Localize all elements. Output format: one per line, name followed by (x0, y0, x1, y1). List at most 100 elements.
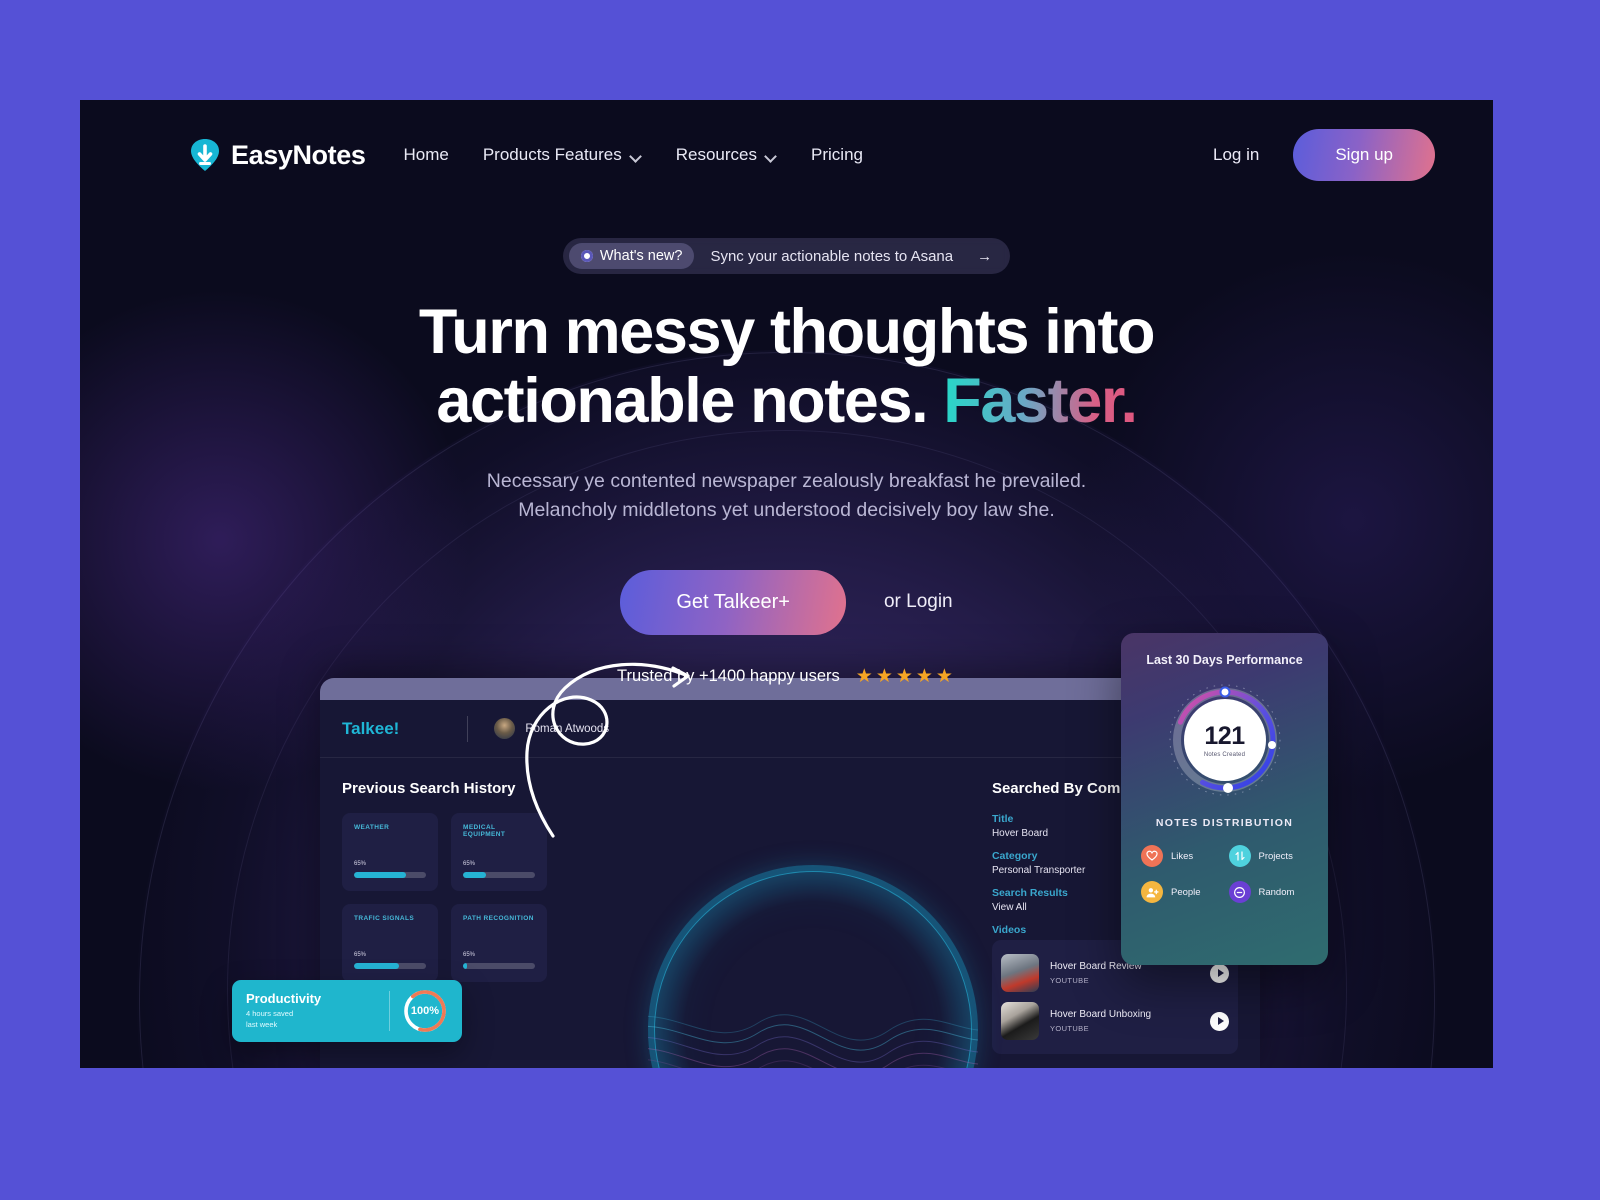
card-percent: 65% (354, 861, 367, 867)
download-pin-icon (190, 138, 220, 172)
divider (389, 991, 390, 1031)
minus-circle-icon (1228, 881, 1251, 903)
search-history-grid: WEATHER 65% MEDICAL EQUIPMENT 65% TRAFIC… (342, 813, 547, 982)
brand-logo[interactable]: EasyNotes (190, 138, 366, 172)
nav-item-label: Pricing (811, 145, 863, 164)
play-icon[interactable] (1210, 963, 1229, 983)
hero-subtitle-line1: Necessary ye contented newspaper zealous… (486, 469, 1087, 492)
section-title: Previous Search History (342, 780, 516, 797)
chevron-down-icon (631, 152, 642, 159)
nav-item-label: Products Features (482, 145, 622, 164)
progress-fill (463, 872, 487, 878)
progress-fill (463, 963, 468, 969)
top-navbar: EasyNotes Home Products Features Resourc… (80, 100, 1493, 210)
progress-fill (354, 963, 399, 969)
video-source: YOUTUBE (1049, 976, 1089, 985)
dashboard-logo: Talkee! (342, 718, 400, 738)
hero-title-highlight: Faster. (943, 366, 1138, 437)
progress-track (354, 872, 426, 878)
hero-subtitle: Necessary ye contented newspaper zealous… (80, 467, 1493, 526)
arrow-right-icon: → (977, 247, 993, 265)
productivity-text: Productivity 4 hours saved last week (246, 991, 377, 1031)
productivity-subtitle: 4 hours saved last week (246, 1009, 377, 1031)
announcement-badge[interactable]: What's new? Sync your actionable notes t… (562, 238, 1011, 274)
card-title: WEATHER (354, 824, 390, 831)
progress-track (463, 872, 535, 878)
distribution-label: Projects (1258, 850, 1293, 862)
video-title: Hover Board Unboxing (1049, 1009, 1152, 1020)
avatar (494, 718, 516, 739)
video-thumbnail (1000, 954, 1039, 992)
dashboard-topbar: Talkee! Roman Atwoods (320, 700, 1260, 758)
productivity-title: Productivity (246, 991, 322, 1007)
card-percent: 65% (463, 952, 476, 958)
distribution-item-people[interactable]: People (1141, 881, 1221, 903)
landing-page: EasyNotes Home Products Features Resourc… (80, 100, 1493, 1068)
video-thumbnail (1000, 1002, 1039, 1040)
distribution-item-likes[interactable]: Likes (1141, 845, 1221, 867)
progress-fill (354, 872, 406, 878)
login-link[interactable]: Log in (1213, 145, 1259, 165)
notes-gauge: 121 Notes Created (1166, 681, 1284, 799)
productivity-card: Productivity 4 hours saved last week 100… (232, 980, 462, 1042)
star-rating: ★★★★★ (855, 665, 956, 687)
video-meta: Hover Board Unboxing YOUTUBE (1050, 1009, 1199, 1033)
card-title: MEDICAL EQUIPMENT (463, 824, 506, 838)
page-title: Turn messy thoughts into actionable note… (80, 297, 1493, 437)
productivity-percent: 100% (410, 1005, 440, 1017)
list-item[interactable]: Hover Board Unboxing YOUTUBE (1000, 997, 1229, 1045)
nav-actions: Log in Sign up (1213, 129, 1435, 181)
video-source: YOUTUBE (1049, 1024, 1089, 1033)
distribution-label: Likes (1171, 850, 1194, 862)
announcement-text: Sync your actionable notes to Asana (710, 247, 954, 265)
nav-links: Home Products Features Resources Pricing (403, 145, 863, 165)
trust-text: Trusted by +1400 happy users (617, 666, 840, 685)
distribution-item-projects[interactable]: Projects (1228, 845, 1309, 867)
nav-item-resources[interactable]: Resources (676, 145, 777, 165)
user-name: Roman Atwoods (525, 722, 610, 735)
performance-card-title: Last 30 Days Performance (1146, 653, 1303, 667)
search-history-card[interactable]: MEDICAL EQUIPMENT 65% (451, 813, 547, 891)
nav-item-products-features[interactable]: Products Features (483, 145, 642, 165)
gauge-value: 121 (1204, 722, 1245, 750)
nav-item-label: Home (403, 145, 449, 164)
signup-button[interactable]: Sign up (1293, 129, 1435, 181)
productivity-sub-line2: last week (246, 1020, 278, 1029)
brand-name: EasyNotes (231, 139, 366, 170)
cta-row: Get Talkeer+ or Login (80, 569, 1493, 635)
distribution-label: Random (1258, 886, 1295, 898)
distribution-item-random[interactable]: Random (1228, 881, 1309, 903)
divider (467, 715, 469, 742)
heart-icon (1141, 845, 1163, 867)
transfer-arrows-icon (1228, 845, 1251, 867)
productivity-sub-line1: 4 hours saved (246, 1009, 294, 1019)
gauge-caption: Notes Created (1203, 752, 1246, 758)
progress-track (354, 963, 426, 969)
screenshot-canvas: EasyNotes Home Products Features Resourc… (0, 0, 1600, 1200)
notes-distribution-title: NOTES DISTRIBUTION (1155, 817, 1294, 829)
productivity-ring: 100% (402, 988, 448, 1034)
search-history-card[interactable]: WEATHER 65% (342, 813, 438, 891)
nav-item-label: Resources (675, 145, 758, 164)
chevron-down-icon (766, 152, 777, 159)
search-history-card[interactable]: PATH RECOGNITION 65% (451, 904, 547, 982)
or-login-link[interactable]: or Login (884, 591, 953, 613)
hero-title-line1: Turn messy thoughts into (418, 297, 1156, 367)
hero-title-line2: actionable notes. (436, 366, 944, 437)
notes-distribution-list: Likes Projects People Random (1137, 845, 1312, 903)
announcement-row: What's new? Sync your actionable notes t… (80, 238, 1493, 274)
get-talkeer-button[interactable]: Get Talkeer+ (620, 569, 846, 635)
search-history-card[interactable]: TRAFIC SIGNALS 65% (342, 904, 438, 982)
card-percent: 65% (354, 952, 367, 958)
distribution-label: People (1171, 886, 1201, 898)
whats-new-pill[interactable]: What's new? (568, 243, 695, 269)
hero-subtitle-line2: Melancholy middletons yet understood dec… (518, 499, 1055, 522)
nav-item-home[interactable]: Home (403, 145, 448, 165)
progress-track (463, 963, 535, 969)
play-icon[interactable] (1210, 1011, 1229, 1031)
person-add-icon (1141, 881, 1163, 903)
user-chip[interactable]: Roman Atwoods (494, 718, 609, 739)
performance-card: Last 30 Days Performance 121 Notes Creat… (1121, 633, 1328, 965)
nav-item-pricing[interactable]: Pricing (811, 145, 863, 165)
dot-icon (580, 250, 593, 262)
